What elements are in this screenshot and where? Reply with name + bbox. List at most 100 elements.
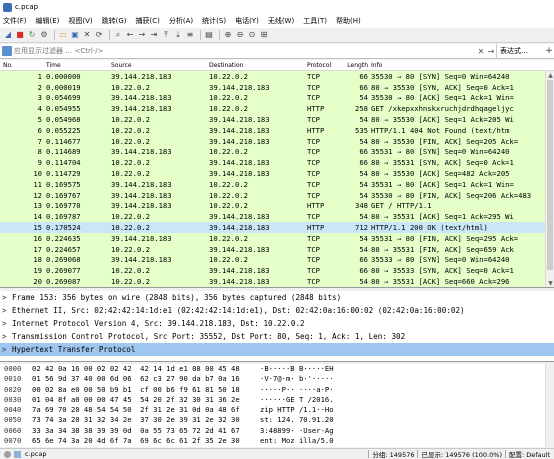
packet-row[interactable]: 6 0.055225 10.22.0.2 39.144.218.183 HTTP 535 H… (0, 124, 554, 136)
detail-tree-item[interactable]: > Hypertext Transfer Protocol (0, 343, 554, 356)
packet-row[interactable]: 14 0.169787 10.22.0.2 39.144.218.183 TCP 54 80… (0, 211, 554, 223)
packet-cell-no: 3 (37, 93, 42, 103)
restart-icon[interactable]: ↻ (27, 30, 37, 40)
resize-columns-icon[interactable]: ⊞ (259, 30, 269, 40)
zoom-in-icon[interactable]: ⊕ (223, 30, 233, 40)
packet-cell-length: 54 (359, 169, 368, 179)
bytes-row[interactable]: 0050 73 74 3a 20 31 32 34 2e 37 30 2e 39 … (0, 415, 554, 425)
packet-row[interactable]: 11 0.169575 39.144.218.183 10.22.0.2 TCP 54 35… (0, 178, 554, 190)
packet-row[interactable]: 17 0.224657 10.22.0.2 39.144.218.183 TCP 54 80… (0, 243, 554, 255)
packet-row[interactable]: 8 0.114689 39.144.218.183 10.22.0.2 TCP 66 355… (0, 146, 554, 158)
menu-item-9[interactable]: 工具(T) (303, 16, 327, 26)
back-arrow-icon[interactable]: ← (125, 30, 135, 40)
bytes-row[interactable]: 0020 00 02 8a e0 00 50 b9 b1 cf 00 b6 f9 … (0, 385, 554, 395)
column-header-source[interactable]: Source (111, 62, 209, 69)
menu-item-8[interactable]: 无线(W) (268, 16, 294, 26)
expert-info-icon[interactable] (4, 450, 11, 458)
expand-arrow-icon[interactable]: > (2, 343, 12, 356)
last-packet-icon[interactable]: ⤓ (173, 30, 183, 40)
scroll-up-icon[interactable]: ▲ (546, 71, 554, 80)
bytes-row[interactable]: 0040 7a 69 70 20 48 54 54 50 2f 31 2e 31 … (0, 405, 554, 415)
packet-list-scrollbar[interactable]: ▲ ▼ (545, 71, 554, 287)
apply-filter-arrow-icon[interactable]: → (486, 47, 496, 56)
forward-arrow-icon[interactable]: → (137, 30, 147, 40)
packet-cell-destination: 39.144.218.183 (209, 82, 270, 92)
packet-row[interactable]: 18 0.269068 39.144.218.183 10.22.0.2 TCP 66 35… (0, 254, 554, 266)
menu-item-10[interactable]: 帮助(H) (336, 16, 361, 26)
autoscroll-icon[interactable]: ≡ (185, 30, 195, 40)
packet-cell-length: 712 (355, 223, 368, 233)
packet-row[interactable]: 13 0.169770 39.144.218.183 10.22.0.2 HTTP 348… (0, 200, 554, 212)
close-file-icon[interactable]: ✕ (82, 30, 92, 40)
add-filter-button[interactable]: + (544, 46, 554, 56)
packet-row[interactable]: 7 0.114677 10.22.0.2 39.144.218.183 TCP 54 80 … (0, 135, 554, 147)
bytes-hex: 01 04 8f a0 00 00 47 45 54 20 2f 32 30 3… (32, 394, 240, 404)
expand-arrow-icon[interactable]: > (2, 291, 12, 304)
scroll-down-icon[interactable]: ▼ (546, 279, 554, 287)
options-gear-icon[interactable]: ⚙ (39, 30, 49, 40)
menu-item-0[interactable]: 文件(F) (3, 16, 27, 26)
save-icon[interactable]: ▣ (70, 30, 80, 40)
zoom-normal-icon[interactable]: ⊙ (247, 30, 257, 40)
go-to-packet-icon[interactable]: ⇥ (149, 30, 159, 40)
menu-item-1[interactable]: 编辑(E) (36, 16, 60, 26)
packet-row[interactable]: 4 0.054955 39.144.218.183 10.22.0.2 HTTP 258 G… (0, 103, 554, 115)
menu-item-5[interactable]: 分析(A) (169, 16, 193, 26)
first-packet-icon[interactable]: ⤒ (161, 30, 171, 40)
packet-row[interactable]: 5 0.054968 10.22.0.2 39.144.218.183 TCP 54 80 … (0, 114, 554, 125)
expand-arrow-icon[interactable]: > (2, 317, 12, 330)
zoom-out-icon[interactable]: ⊖ (235, 30, 245, 40)
packet-row[interactable]: 10 0.114729 10.22.0.2 39.144.218.183 TCP 54 80… (0, 168, 554, 179)
packet-cell-info: 80 → 35530 [ACK] Seq=482 Ack=205 (371, 169, 510, 179)
expand-arrow-icon[interactable]: > (2, 304, 12, 317)
open-folder-icon[interactable]: ▭ (58, 30, 68, 40)
bytes-scrollbar[interactable] (545, 364, 554, 447)
reload-icon[interactable]: ⟳ (94, 30, 104, 40)
expression-button[interactable]: 表达式… (496, 43, 544, 59)
menu-item-3[interactable]: 跳转(G) (102, 16, 127, 26)
stop-icon[interactable]: ■ (15, 30, 25, 40)
packet-row[interactable]: 12 0.169767 39.144.218.183 10.22.0.2 TCP 54 35… (0, 189, 554, 201)
menu-item-6[interactable]: 统计(S) (202, 16, 226, 26)
menu-item-7[interactable]: 电话(Y) (235, 16, 259, 26)
bytes-row[interactable]: 0060 33 3a 34 38 38 39 39 0d 0a 55 73 65 … (0, 426, 554, 436)
clear-filter-icon[interactable]: ✕ (476, 47, 486, 56)
find-icon[interactable]: ⌕ (113, 30, 123, 40)
status-profile[interactable]: 配置: Default (509, 449, 550, 459)
colorize-icon[interactable]: ▤ (204, 30, 214, 40)
column-header-no[interactable]: No. (0, 62, 46, 69)
detail-tree-item[interactable]: > Frame 153: 356 bytes on wire (2848 bits… (0, 291, 554, 304)
bytes-row[interactable]: 0000 02 42 0a 16 00 02 02 42 42 14 1d e1 … (0, 364, 554, 374)
packet-cell-no: 12 (33, 190, 42, 200)
menu-item-4[interactable]: 捕获(C) (136, 16, 160, 26)
bytes-row[interactable]: 0070 65 6e 74 3a 20 4d 6f 7a 69 6c 6c 61 … (0, 436, 554, 446)
packet-row[interactable]: 15 0.170524 10.22.0.2 39.144.218.183 HTTP 712… (0, 222, 554, 233)
bytes-row[interactable]: 0010 01 56 9d 37 40 00 6d 06 62 c3 27 90 … (0, 374, 554, 384)
column-header-destination[interactable]: Destination (209, 62, 307, 69)
bytes-row[interactable]: 0030 01 04 8f a0 00 00 47 45 54 20 2f 32 … (0, 395, 554, 405)
shark-fin-start-icon[interactable]: ◢ (3, 30, 13, 40)
column-header-length[interactable]: Length (344, 62, 371, 69)
column-header-protocol[interactable]: Protocol (307, 62, 344, 69)
packet-row[interactable]: 9 0.114704 10.22.0.2 39.144.218.183 TCP 66 80 … (0, 157, 554, 169)
detail-tree-item[interactable]: > Internet Protocol Version 4, Src: 39.14… (0, 317, 554, 330)
status-displayed-count: 已显示: 149576 (100.0%) (421, 451, 502, 459)
packet-row[interactable]: 19 0.269077 10.22.0.2 39.144.218.183 TCP 66 80… (0, 265, 554, 277)
display-filter-input[interactable] (14, 45, 476, 57)
packet-row[interactable]: 16 0.224635 39.144.218.183 10.22.0.2 TCP 54 35… (0, 232, 554, 244)
scroll-thumb[interactable] (547, 80, 553, 270)
packet-row[interactable]: 20 0.269087 10.22.0.2 39.144.218.183 TCP 54 80… (0, 276, 554, 287)
column-header-info[interactable]: Info (371, 62, 549, 69)
packet-row[interactable]: 1 0.000000 39.144.218.183 10.22.0.2 TCP 66 355… (0, 71, 554, 82)
capture-comment-icon[interactable] (14, 450, 21, 458)
expand-arrow-icon[interactable]: > (2, 330, 12, 343)
bookmark-filter-icon[interactable] (2, 46, 12, 56)
packet-cell-length: 54 (359, 190, 368, 200)
column-header-time[interactable]: Time (46, 62, 111, 69)
menu-item-2[interactable]: 视图(V) (68, 16, 92, 26)
detail-tree-item[interactable]: > Transmission Control Protocol, Src Port… (0, 330, 554, 343)
packet-row[interactable]: 2 0.000019 10.22.0.2 39.144.218.183 TCP 66 80 … (0, 81, 554, 93)
detail-tree-item[interactable]: > Ethernet II, Src: 02:42:42:14:1d:e1 (02… (0, 304, 554, 317)
packet-cell-protocol: TCP (307, 233, 320, 243)
packet-row[interactable]: 3 0.054699 39.144.218.183 10.22.0.2 TCP 54 355… (0, 92, 554, 104)
